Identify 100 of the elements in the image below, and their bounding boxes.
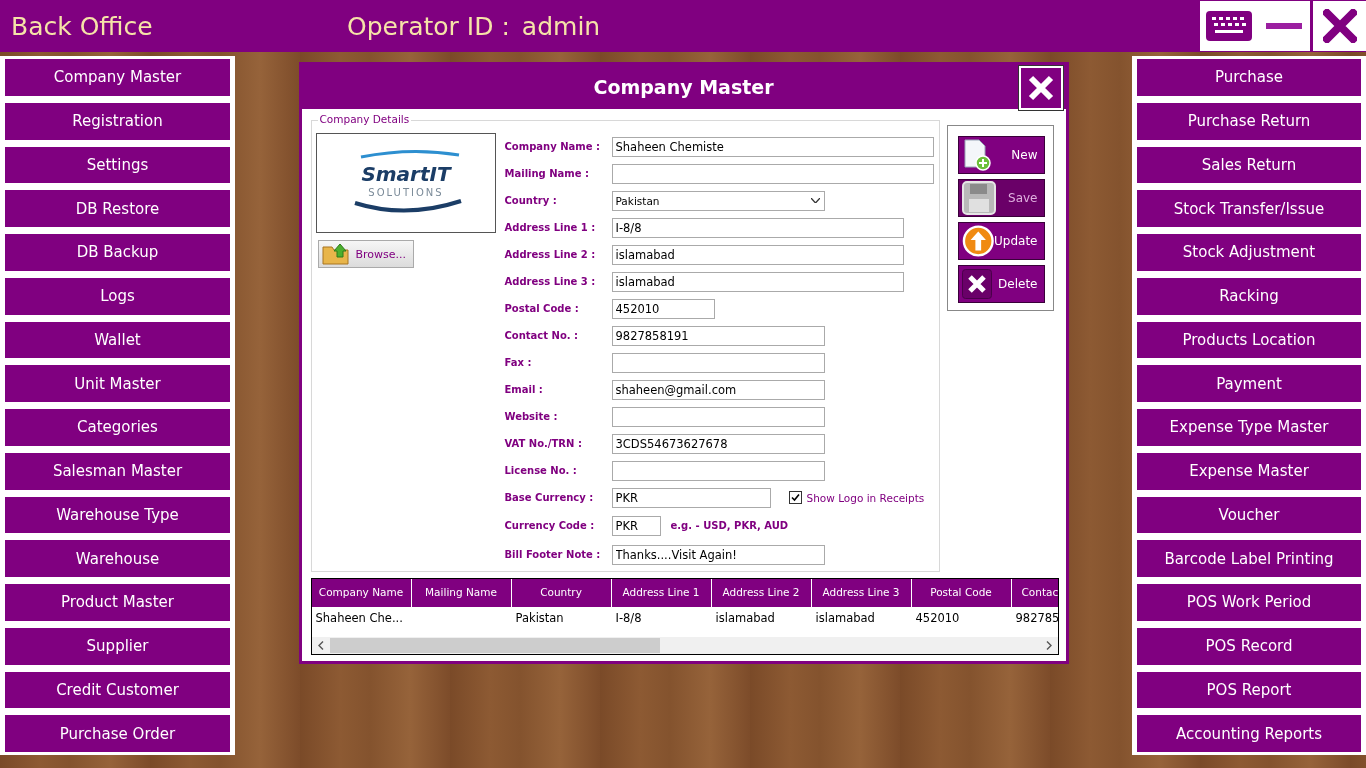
menu-button[interactable]: Warehouse bbox=[5, 540, 230, 577]
update-button[interactable]: Update bbox=[957, 222, 1045, 260]
checkbox[interactable] bbox=[788, 491, 802, 504]
delete-button[interactable]: Delete bbox=[957, 265, 1045, 303]
input-field[interactable] bbox=[611, 163, 934, 184]
column-header[interactable]: Contac bbox=[1011, 579, 1058, 607]
table-cell-text: 452010 bbox=[914, 610, 961, 627]
field-label: Address Line 2 : bbox=[504, 249, 597, 260]
menu-button[interactable]: Purchase bbox=[1137, 59, 1361, 96]
table-cell-text: islamabad bbox=[714, 610, 776, 627]
menu-button[interactable]: POS Report bbox=[1137, 671, 1361, 709]
menu-button[interactable]: Sales Return bbox=[1137, 146, 1361, 184]
scroll-left-icon[interactable] bbox=[317, 641, 324, 650]
field-label: Website : bbox=[504, 411, 559, 422]
logo-drawing: SmartIT SOLUTIONS bbox=[340, 149, 471, 217]
field-label: License No. : bbox=[504, 465, 578, 476]
input-field[interactable]: 9827858191 bbox=[611, 325, 825, 346]
field-label: Address Line 3 : bbox=[504, 276, 597, 287]
input-field[interactable]: Shaheen Chemiste bbox=[611, 136, 934, 157]
input-field[interactable]: islamabad bbox=[611, 271, 904, 292]
table-cell-text: islamabad bbox=[814, 610, 876, 627]
app-title: Back Office bbox=[11, 11, 154, 41]
horizontal-scrollbar[interactable] bbox=[311, 637, 1058, 654]
input-field[interactable]: shaheen@gmail.com bbox=[611, 379, 825, 400]
field-label: Country : bbox=[504, 195, 558, 206]
menu-button[interactable]: Settings bbox=[5, 146, 230, 184]
menu-button[interactable]: Categories bbox=[5, 409, 230, 446]
input-field[interactable]: Thanks....Visit Again! bbox=[611, 544, 825, 565]
dialog-title: Company Master bbox=[593, 76, 774, 98]
field-label: Address Line 1 : bbox=[504, 222, 597, 233]
caret-icon bbox=[810, 198, 820, 203]
menu-button[interactable]: Logs bbox=[5, 277, 230, 315]
field-label: Currency Code : bbox=[504, 520, 596, 531]
browse-button[interactable]: Browse... bbox=[317, 240, 414, 268]
input-field[interactable]: I-8/8 bbox=[611, 217, 904, 238]
column-header[interactable]: Address Line 3 bbox=[811, 579, 912, 607]
input-field[interactable] bbox=[611, 352, 825, 373]
group-title: Company Details bbox=[317, 113, 412, 125]
hint-text: e.g. - USD, PKR, AUD bbox=[670, 520, 789, 531]
menu-button[interactable]: Barcode Label Printing bbox=[1137, 540, 1361, 577]
menu-button[interactable]: Salesman Master bbox=[5, 452, 230, 490]
menu-button[interactable]: DB Restore bbox=[5, 190, 230, 227]
table-cell-text: I-8/8 bbox=[614, 610, 643, 627]
input-field[interactable] bbox=[611, 460, 825, 481]
menu-button[interactable]: Unit Master bbox=[5, 365, 230, 402]
menu-button[interactable]: Supplier bbox=[5, 627, 230, 665]
menu-button[interactable]: Voucher bbox=[1137, 496, 1361, 534]
keyboard-button[interactable] bbox=[1200, 1, 1258, 51]
menu-button[interactable]: Warehouse Type bbox=[5, 496, 230, 534]
menu-button[interactable]: Purchase Order bbox=[5, 715, 230, 752]
field-label: Postal Code : bbox=[504, 303, 580, 314]
checkbox-label: Show Logo in Receipts bbox=[806, 491, 925, 504]
menu-button[interactable]: Credit Customer bbox=[5, 671, 230, 709]
menu-button[interactable]: DB Backup bbox=[5, 234, 230, 271]
column-header[interactable]: Mailing Name bbox=[411, 579, 512, 607]
column-header[interactable]: Address Line 1 bbox=[611, 579, 712, 607]
menu-button[interactable]: Products Location bbox=[1137, 321, 1361, 359]
input-field[interactable]: islamabad bbox=[611, 244, 904, 265]
menu-button[interactable]: Product Master bbox=[5, 584, 230, 621]
menu-button[interactable]: Racking bbox=[1137, 277, 1361, 315]
menu-button[interactable]: Purchase Return bbox=[1137, 102, 1361, 140]
minimize-icon bbox=[1266, 23, 1302, 29]
minimize-button[interactable] bbox=[1258, 1, 1310, 51]
menu-button[interactable]: POS Record bbox=[1137, 627, 1361, 665]
table-cell-text: 982785 bbox=[1014, 610, 1058, 627]
field-label: Fax : bbox=[504, 357, 533, 368]
field-label: Mailing Name : bbox=[504, 168, 591, 179]
close-icon bbox=[1026, 74, 1055, 102]
column-header[interactable]: Address Line 2 bbox=[711, 579, 812, 607]
folder-icon bbox=[321, 242, 352, 266]
column-header[interactable]: Postal Code bbox=[911, 579, 1012, 607]
input-field[interactable]: 3CDS54673627678 bbox=[611, 433, 825, 454]
menu-button[interactable]: Expense Type Master bbox=[1137, 409, 1361, 446]
close-button[interactable] bbox=[1313, 1, 1366, 51]
scroll-right-icon[interactable] bbox=[1045, 641, 1052, 650]
menu-button[interactable]: POS Work Period bbox=[1137, 584, 1361, 621]
close-button[interactable] bbox=[1018, 66, 1063, 110]
input-field[interactable]: PKR bbox=[611, 487, 771, 508]
field-label: Bill Footer Note : bbox=[504, 549, 602, 560]
menu-button[interactable]: Company Master bbox=[5, 59, 230, 96]
field-label: Email : bbox=[504, 384, 544, 395]
close-icon bbox=[1322, 9, 1357, 43]
menu-button[interactable]: Registration bbox=[5, 102, 230, 140]
menu-button[interactable]: Stock Adjustment bbox=[1137, 234, 1361, 271]
input-field[interactable] bbox=[611, 406, 825, 427]
operator-id: admin bbox=[521, 11, 601, 41]
input-field[interactable]: 452010 bbox=[611, 298, 715, 319]
new-button[interactable]: New bbox=[957, 136, 1045, 174]
country-dropdown[interactable]: Pakistan bbox=[611, 190, 825, 211]
delete-icon bbox=[961, 269, 992, 299]
column-header[interactable]: Company Name bbox=[311, 579, 412, 607]
field-label: Company Name : bbox=[504, 141, 601, 152]
menu-button[interactable]: Payment bbox=[1137, 365, 1361, 402]
input-field[interactable]: PKR bbox=[611, 515, 661, 536]
menu-button[interactable]: Stock Transfer/Issue bbox=[1137, 190, 1361, 227]
field-label: Base Currency : bbox=[504, 492, 595, 503]
menu-button[interactable]: Wallet bbox=[5, 321, 230, 359]
menu-button[interactable]: Accounting Reports bbox=[1137, 715, 1361, 752]
menu-button[interactable]: Expense Master bbox=[1137, 452, 1361, 490]
column-header[interactable]: Country bbox=[511, 579, 612, 607]
